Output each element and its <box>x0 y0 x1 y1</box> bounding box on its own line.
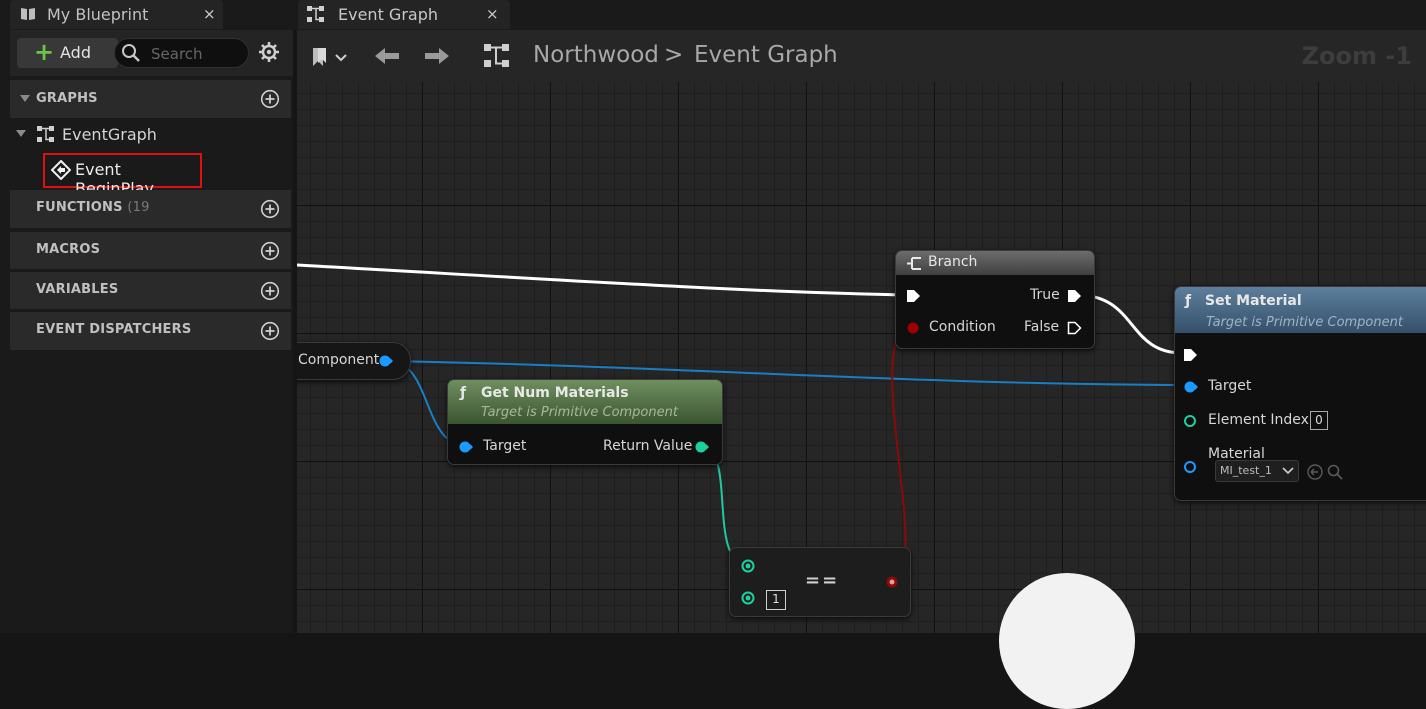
graph-icon <box>37 126 54 142</box>
material-asset-value: MI_test_1 <box>1220 464 1272 477</box>
event-icon <box>51 160 71 180</box>
equal-b-pin[interactable] <box>740 590 756 606</box>
macros-section-header[interactable]: MACROS <box>10 232 291 269</box>
exec-wire-beginplay-branch <box>297 263 908 297</box>
set-material-exec-in-pin[interactable] <box>1183 347 1199 363</box>
close-icon[interactable]: × <box>486 5 499 23</box>
branch-false-pin[interactable] <box>1067 320 1083 336</box>
search-input[interactable] <box>149 43 248 65</box>
graph-canvas[interactable]: Component Branch True Condition False ƒ … <box>297 82 1426 633</box>
event-dispatchers-title: EVENT DISPATCHERS <box>36 322 192 337</box>
back-arrow-icon[interactable] <box>373 46 401 66</box>
component-variable-node[interactable]: Component <box>297 342 411 380</box>
chevron-down-icon <box>1282 467 1294 475</box>
branch-condition-label: Condition <box>929 319 996 335</box>
set-material-node[interactable]: ƒ Set Material Target is Primitive Compo… <box>1174 286 1426 501</box>
use-selected-asset-icon[interactable] <box>1306 463 1324 481</box>
graphs-section-header[interactable]: GRAPHS <box>10 80 291 118</box>
add-macro-icon[interactable] <box>260 241 280 261</box>
gear-icon[interactable] <box>258 41 280 63</box>
event-graph-tab[interactable]: Event Graph × <box>298 0 510 29</box>
get-num-materials-title: Get Num Materials <box>481 385 629 401</box>
bool-wire-eq-condition <box>889 326 914 583</box>
add-dispatcher-icon[interactable] <box>260 321 280 341</box>
graph-tab-bar: Event Graph × <box>293 0 1426 30</box>
variables-title: VARIABLES <box>36 282 119 297</box>
breadcrumb-event-graph[interactable]: Event Graph <box>694 42 838 68</box>
function-icon: ƒ <box>460 385 467 401</box>
collapse-arrow-icon[interactable] <box>20 95 30 102</box>
equal-int-node[interactable]: 1 == <box>729 547 911 617</box>
branch-header <box>896 251 1094 275</box>
branch-true-label: True <box>1030 287 1060 303</box>
branch-node[interactable]: Branch True Condition False <box>895 250 1095 349</box>
element-index-pin[interactable] <box>1183 413 1199 429</box>
add-variable-icon[interactable] <box>260 281 280 301</box>
add-button-label: Add <box>60 43 91 62</box>
variables-section-header[interactable]: VARIABLES <box>10 272 291 309</box>
branch-false-label: False <box>1024 319 1060 335</box>
expand-arrow-icon[interactable] <box>16 130 26 137</box>
graphs-title: GRAPHS <box>36 91 98 106</box>
my-blueprint-tab[interactable]: My Blueprint × <box>10 0 223 29</box>
macros-title: MACROS <box>36 242 101 257</box>
component-label: Component <box>298 352 380 368</box>
element-index-input[interactable]: 0 <box>1310 411 1328 430</box>
search-box[interactable] <box>114 38 249 68</box>
tree-item-event-beginplay[interactable]: Event BeginPlay <box>43 153 202 198</box>
tree-item-eventgraph[interactable]: EventGraph <box>16 124 266 146</box>
equal-operator: == <box>805 570 840 591</box>
set-material-subtitle: Target is Primitive Component <box>1206 315 1403 330</box>
branch-title: Branch <box>928 254 978 270</box>
eventgraph-label: EventGraph <box>62 125 157 144</box>
branch-condition-pin[interactable] <box>906 320 922 336</box>
breadcrumb-separator: > <box>664 42 684 68</box>
component-output-pin[interactable] <box>378 354 394 368</box>
add-button[interactable]: + Add <box>17 38 118 68</box>
zoom-level-label: Zoom -1 <box>1301 42 1412 70</box>
graph-icon <box>307 6 324 22</box>
bookmark-dropdown-icon[interactable] <box>309 46 349 68</box>
browse-asset-icon[interactable] <box>1326 463 1344 481</box>
my-blueprint-toolbar: + Add <box>10 30 293 76</box>
material-pin[interactable] <box>1183 459 1199 475</box>
material-asset-select[interactable]: MI_test_1 <box>1215 460 1299 482</box>
functions-title: FUNCTIONS (19 <box>36 200 150 215</box>
add-graph-icon[interactable] <box>260 89 280 109</box>
set-material-target-label: Target <box>1208 378 1252 394</box>
element-index-label: Element Index <box>1208 412 1309 428</box>
search-icon <box>122 44 140 62</box>
close-icon[interactable]: × <box>203 5 216 23</box>
graph-icon <box>484 44 509 67</box>
functions-count: (19 <box>127 200 150 215</box>
return-value-label: Return Value <box>603 438 693 454</box>
functions-title-text: FUNCTIONS <box>36 200 123 215</box>
equal-b-input[interactable]: 1 <box>766 590 786 610</box>
breadcrumb-northwood[interactable]: Northwood <box>533 42 659 68</box>
my-blueprint-tab-title: My Blueprint <box>47 5 149 24</box>
add-function-icon[interactable] <box>260 199 280 219</box>
return-value-pin[interactable] <box>694 439 710 455</box>
get-num-materials-subtitle: Target is Primitive Component <box>481 405 678 420</box>
graph-toolbar: Northwood > Event Graph Zoom -1 <box>297 30 1426 82</box>
set-material-title: Set Material <box>1205 293 1302 309</box>
functions-section-header[interactable]: FUNCTIONS (19 <box>10 190 291 228</box>
event-graph-tab-title: Event Graph <box>338 5 438 24</box>
equal-a-pin[interactable] <box>740 558 756 574</box>
event-dispatchers-section-header[interactable]: EVENT DISPATCHERS <box>10 312 291 350</box>
get-num-target-pin[interactable] <box>458 439 474 455</box>
forward-arrow-icon[interactable] <box>423 46 451 66</box>
equal-result-pin[interactable] <box>884 574 900 590</box>
play-button-overlay[interactable] <box>999 573 1135 709</box>
branch-icon <box>907 257 921 270</box>
set-material-target-pin[interactable] <box>1183 379 1199 395</box>
get-num-materials-node[interactable]: ƒ Get Num Materials Target is Primitive … <box>447 379 723 465</box>
plus-icon: + <box>34 38 55 66</box>
my-blueprint-panel: My Blueprint × + Add GRAPHS <box>0 0 293 633</box>
book-icon <box>21 8 35 20</box>
get-num-target-label: Target <box>483 438 527 454</box>
branch-true-pin[interactable] <box>1067 288 1083 304</box>
function-icon: ƒ <box>1185 293 1192 309</box>
branch-exec-in-pin[interactable] <box>906 288 922 304</box>
